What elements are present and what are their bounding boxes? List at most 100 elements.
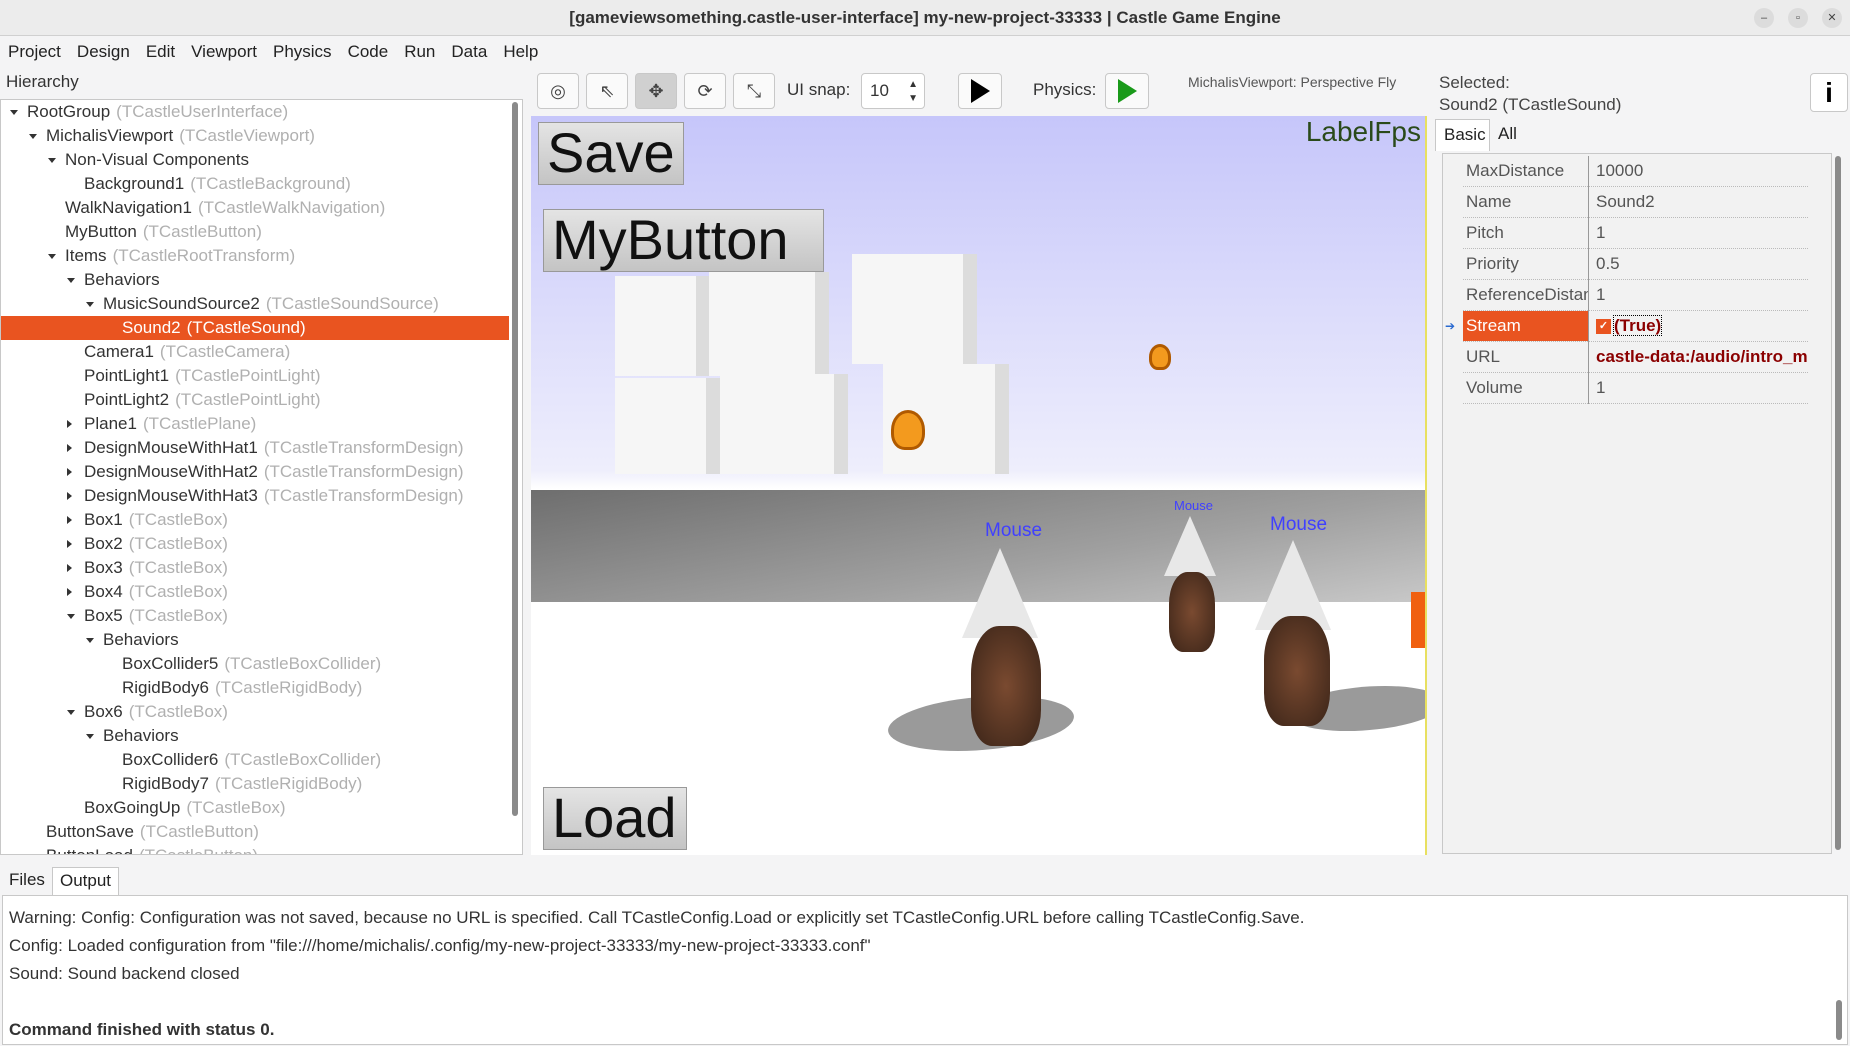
property-value[interactable]: 1 (1593, 373, 1808, 403)
rotate-mode-button[interactable]: ⟳ (684, 73, 726, 109)
column-divider[interactable] (1588, 218, 1589, 249)
ui-snap-input[interactable]: 10 ▲ ▼ (861, 73, 925, 109)
expand-open-icon[interactable] (86, 638, 94, 643)
menu-viewport[interactable]: Viewport (183, 38, 265, 66)
expand-open-icon[interactable] (48, 254, 56, 259)
physics-play-button[interactable] (1105, 73, 1149, 109)
close-button[interactable]: ✕ (1822, 8, 1842, 28)
property-row[interactable]: Priority 0.5 (1463, 249, 1808, 280)
property-row[interactable]: Pitch 1 (1463, 218, 1808, 249)
column-divider[interactable] (1588, 187, 1589, 218)
tab-all[interactable]: All (1490, 119, 1525, 151)
tree-item[interactable]: Background1 (TCastleBackground) (1, 172, 509, 196)
expand-open-icon[interactable] (86, 734, 94, 739)
expand-closed-icon[interactable] (67, 468, 72, 476)
tree-item[interactable]: Sound2 (TCastleSound) (1, 316, 509, 340)
tree-item[interactable]: DesignMouseWithHat1 (TCastleTransformDesi… (1, 436, 509, 460)
properties-scrollbar[interactable] (1835, 156, 1841, 850)
tree-item[interactable]: Behaviors (1, 724, 509, 748)
tree-item[interactable]: DesignMouseWithHat2 (TCastleTransformDesi… (1, 460, 509, 484)
tree-item[interactable]: MichalisViewport (TCastleViewport) (1, 124, 509, 148)
property-row[interactable]: ReferenceDistance1 (1463, 280, 1808, 311)
expand-open-icon[interactable] (48, 158, 56, 163)
tree-item[interactable]: MusicSoundSource2 (TCastleSoundSource) (1, 292, 509, 316)
expand-closed-icon[interactable] (67, 588, 72, 596)
tree-item[interactable]: PointLight2 (TCastlePointLight) (1, 388, 509, 412)
column-divider[interactable] (1588, 280, 1589, 311)
tab-files[interactable]: Files (2, 867, 52, 895)
spin-down-icon[interactable]: ▼ (908, 82, 918, 116)
tree-item[interactable]: Box1 (TCastleBox) (1, 508, 509, 532)
minimize-button[interactable]: – (1754, 8, 1774, 28)
column-divider[interactable] (1588, 156, 1589, 187)
tree-item[interactable]: Box2 (TCastleBox) (1, 532, 509, 556)
tree-item[interactable]: Box4 (TCastleBox) (1, 580, 509, 604)
menu-data[interactable]: Data (443, 38, 495, 66)
property-value[interactable]: 1 (1593, 218, 1808, 248)
output-scrollbar[interactable] (1836, 1000, 1842, 1040)
column-divider[interactable] (1588, 311, 1589, 342)
column-divider[interactable] (1588, 373, 1589, 404)
tab-output[interactable]: Output (52, 867, 120, 895)
tree-item[interactable]: Plane1 (TCastlePlane) (1, 412, 509, 436)
property-value[interactable]: 10000 (1593, 156, 1808, 186)
checkbox-checked-icon[interactable]: ✓ (1596, 319, 1611, 335)
property-row[interactable]: Stream ✓ (True) ➔ (1445, 311, 1808, 342)
tree-item[interactable]: BoxGoingUp (TCastleBox) (1, 796, 509, 820)
property-row[interactable]: MaxDistance 10000 (1463, 156, 1808, 187)
interact-mode-button[interactable]: ◎ (537, 73, 579, 109)
select-mode-button[interactable]: ⇖ (586, 73, 628, 109)
expand-closed-icon[interactable] (67, 564, 72, 572)
tree-item[interactable]: Items (TCastleRootTransform) (1, 244, 509, 268)
scale-mode-button[interactable]: ⤡ (733, 73, 775, 109)
property-value[interactable]: 0.5 (1593, 249, 1808, 279)
play-button[interactable] (958, 73, 1002, 109)
column-divider[interactable] (1588, 249, 1589, 280)
expand-open-icon[interactable] (10, 110, 18, 115)
expand-closed-icon[interactable] (67, 444, 72, 452)
expand-open-icon[interactable] (67, 710, 75, 715)
tree-item[interactable]: Box6 (TCastleBox) (1, 700, 509, 724)
tree-item[interactable]: RigidBody6 (TCastleRigidBody) (1, 676, 509, 700)
property-value[interactable]: ✓ (True) (1593, 311, 1808, 341)
tree-item[interactable]: Behaviors (1, 268, 509, 292)
expand-closed-icon[interactable] (67, 540, 72, 548)
tree-item[interactable]: BoxCollider6 (TCastleBoxCollider) (1, 748, 509, 772)
expand-closed-icon[interactable] (67, 420, 72, 428)
tree-item[interactable]: Non-Visual Components (1, 148, 509, 172)
expand-closed-icon[interactable] (67, 516, 72, 524)
property-value[interactable]: 1 (1593, 280, 1808, 310)
save-ui-button[interactable]: Save (538, 122, 684, 185)
hierarchy-scrollbar[interactable] (512, 102, 518, 816)
tree-item[interactable]: Box3 (TCastleBox) (1, 556, 509, 580)
hierarchy-tree[interactable]: RootGroup (TCastleUserInterface) MichalisV… (0, 99, 523, 855)
property-row[interactable]: Volume 1 (1463, 373, 1808, 404)
menu-help[interactable]: Help (495, 38, 546, 66)
property-value[interactable]: Sound2 (1593, 187, 1808, 217)
tree-item[interactable]: Box5 (TCastleBox) (1, 604, 509, 628)
menu-run[interactable]: Run (396, 38, 443, 66)
tree-item[interactable]: PointLight1 (TCastlePointLight) (1, 364, 509, 388)
translate-mode-button[interactable]: ✥ (635, 73, 677, 109)
tree-item[interactable]: ButtonLoad (TCastleButton) (1, 844, 509, 854)
property-value[interactable]: castle-data:/audio/intro_music.ogg (1593, 342, 1808, 372)
property-row[interactable]: Name Sound2 (1463, 187, 1808, 218)
menu-physics[interactable]: Physics (265, 38, 340, 66)
menu-edit[interactable]: Edit (138, 38, 183, 66)
design-viewport[interactable]: Save MyButton Load LabelFps Mouse Mouse … (531, 116, 1427, 855)
tab-basic[interactable]: Basic (1435, 119, 1490, 151)
expand-open-icon[interactable] (67, 614, 75, 619)
tree-item[interactable]: WalkNavigation1 (TCastleWalkNavigation) (1, 196, 509, 220)
expand-open-icon[interactable] (67, 278, 75, 283)
tree-item[interactable]: MyButton (TCastleButton) (1, 220, 509, 244)
load-ui-button[interactable]: Load (543, 787, 687, 850)
tree-item[interactable]: ButtonSave (TCastleButton) (1, 820, 509, 844)
tree-item[interactable]: DesignMouseWithHat3 (TCastleTransformDesi… (1, 484, 509, 508)
tree-item[interactable]: RigidBody7 (TCastleRigidBody) (1, 772, 509, 796)
maximize-button[interactable]: ▫ (1788, 8, 1808, 28)
info-button[interactable]: i (1810, 73, 1848, 112)
column-divider[interactable] (1588, 342, 1589, 373)
property-row[interactable]: URL castle-data:/audio/intro_music.ogg (1463, 342, 1808, 373)
menu-project[interactable]: Project (0, 38, 69, 66)
tree-item[interactable]: Camera1 (TCastleCamera) (1, 340, 509, 364)
